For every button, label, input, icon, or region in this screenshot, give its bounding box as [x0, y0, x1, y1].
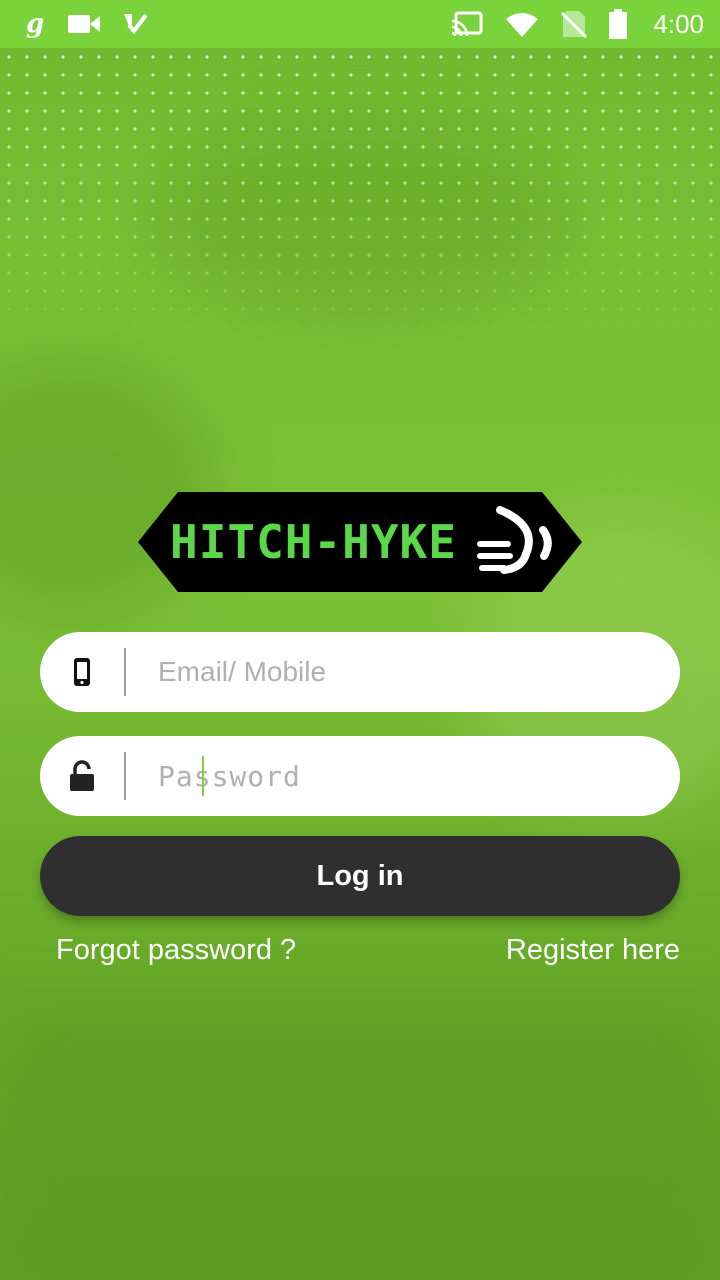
battery-icon: [609, 9, 628, 39]
hitch-hyke-logo: HITCH-HYKE: [138, 492, 582, 592]
forgot-password-link[interactable]: Forgot password ?: [56, 934, 296, 967]
email-mobile-input[interactable]: [126, 632, 680, 712]
video-camera-icon: [68, 13, 100, 35]
background-blob: [0, 1000, 720, 1280]
phone-icon: [40, 632, 124, 712]
dot-pattern-decoration: [0, 48, 720, 338]
task-check-icon: [122, 11, 148, 37]
register-link[interactable]: Register here: [506, 934, 680, 967]
email-field-container: [40, 632, 680, 712]
svg-text:HITCH-HYKE: HITCH-HYKE: [170, 515, 457, 569]
cast-icon: [451, 11, 483, 37]
goodreads-icon: g: [24, 10, 46, 38]
svg-text:g: g: [26, 10, 44, 38]
unlock-icon: [40, 736, 124, 816]
password-field-container: [40, 736, 680, 816]
status-bar: g 4:00: [0, 0, 720, 48]
login-button[interactable]: Log in: [40, 836, 680, 916]
status-time: 4:00: [653, 8, 704, 39]
wifi-icon: [505, 11, 539, 37]
no-sim-icon: [561, 10, 588, 38]
password-input[interactable]: [126, 736, 680, 816]
text-cursor: [202, 756, 204, 796]
